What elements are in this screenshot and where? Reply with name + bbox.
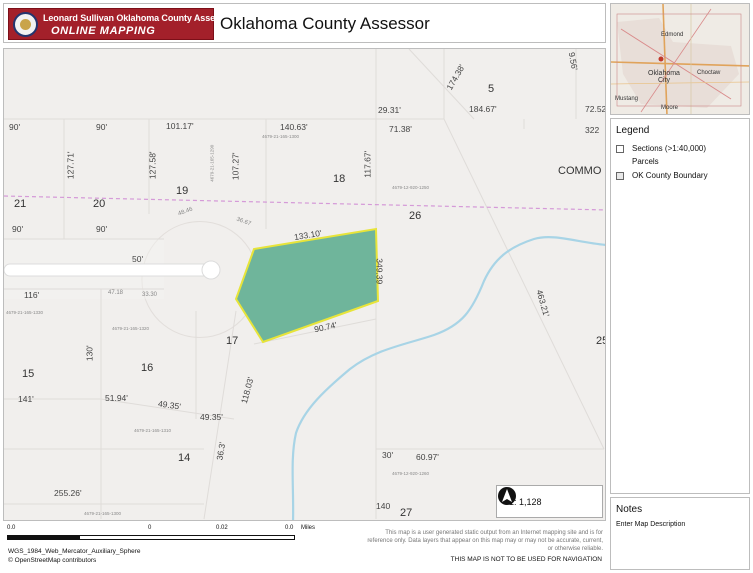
scale-units: Miles [301, 525, 316, 531]
dimension-label: 29.31' [378, 105, 401, 115]
attribution: © OpenStreetMap contributors [8, 557, 97, 564]
header-bar: Leonard Sullivan Oklahoma County Assesso… [3, 3, 606, 43]
parcel-id-label: 4679-12-920-1260 [392, 471, 430, 476]
dimension-label: 90' [96, 122, 108, 132]
parcel-id-label: 4679-21-165-1330 [6, 310, 44, 315]
scale-bar-segment [80, 536, 152, 539]
navigation-warning: THIS MAP IS NOT TO BE USED FOR NAVIGATIO… [450, 556, 602, 563]
dimension-label: 116' [24, 290, 40, 300]
dimension-label: 30' [382, 450, 394, 460]
lot-number: 25 [596, 335, 605, 347]
street-label: COMMO [558, 165, 602, 177]
scale-tick: 0.0 [285, 525, 294, 531]
dimension-label: 117.67' [362, 150, 373, 178]
overview-label: Mustang [615, 96, 639, 102]
dimension-label: 255.26' [54, 488, 82, 498]
lot-number: 27 [400, 507, 413, 519]
dimension-label: 9.56' [566, 51, 580, 72]
parcel-id-label: 4679-21-165-1300 [262, 134, 300, 139]
app-title: Oklahoma County Assessor [220, 14, 430, 33]
dimension-label: 349.39 [374, 258, 385, 285]
legend-item-sections[interactable]: Sections (>1:40,000) [616, 144, 706, 153]
north-arrow-icon [498, 487, 516, 505]
dimension-label: 140 [376, 501, 391, 511]
dimension-label: 101.17' [166, 121, 194, 131]
scale-bar-segment [152, 536, 294, 539]
dimension-label: 127.71' [65, 151, 76, 180]
dimension-label: 141' [18, 394, 34, 404]
legend-swatch [616, 171, 624, 180]
map-view[interactable]: 5 19 18 21 20 26 17 15 16 14 27 25 COMMO… [3, 48, 606, 521]
legend-label: Parcels [632, 157, 659, 166]
assessor-logo[interactable]: Leonard Sullivan Oklahoma County Assesso… [8, 8, 234, 40]
legend-label: Sections (>1:40,000) [632, 144, 707, 153]
dimension-label: 60.97' [416, 452, 439, 462]
parcel-id-label: 4679-21-165-1320 [112, 326, 150, 331]
legend-item-parcels[interactable]: Parcels [616, 157, 659, 166]
logo-title: Leonard Sullivan Oklahoma County Assesso… [43, 13, 234, 23]
scale-tick: 0.02 [216, 525, 228, 531]
lot-number: 19 [176, 185, 189, 197]
scale-tick: 0.0 [7, 525, 16, 531]
legend-swatch [616, 144, 624, 153]
overview-label: Choctaw [697, 70, 721, 76]
parcel-id-label: 4679-21-165-1300 [84, 511, 122, 516]
overview-label: Oklahoma City [648, 70, 680, 84]
legend-swatch [616, 157, 624, 166]
dimension-label: 90' [9, 122, 21, 132]
legend-label: OK County Boundary [632, 171, 708, 180]
overview-label: Edmond [661, 32, 684, 38]
overview-map[interactable]: Edmond Choctaw Oklahoma City Mustang Moo… [610, 3, 750, 115]
scale-tick: 0 [148, 525, 152, 531]
parcel-id-label: 4679-12-920-1250 [392, 185, 430, 190]
legend-item-county-boundary[interactable]: OK County Boundary [616, 171, 708, 180]
lot-number: 17 [226, 335, 239, 347]
lot-number: 18 [333, 173, 346, 185]
dimension-label: 127.58' [147, 151, 158, 180]
parcel-id-label: 4679-21-165-1310 [134, 428, 172, 433]
dimension-label: 130' [84, 345, 95, 362]
dimension-label: 72.52 [585, 104, 606, 114]
county-seal-icon [13, 12, 38, 37]
dimension-label: 51.94' [105, 393, 128, 403]
scale-bar [7, 535, 295, 540]
dimension-label: 322 [585, 125, 600, 135]
lot-number: 14 [178, 452, 191, 464]
dimension-label: 107.27' [230, 152, 241, 181]
lot-number: 21 [14, 198, 27, 210]
legend-title: Legend [616, 125, 650, 136]
map-canvas [4, 49, 605, 520]
logo-subtitle: ONLINE MAPPING [51, 25, 156, 37]
dimension-label: 50' [132, 254, 144, 264]
dimension-label: 49.35' [200, 412, 223, 422]
dimension-label: 140.63' [280, 122, 308, 132]
dimension-label: 71.38' [389, 124, 412, 134]
lot-number: 26 [409, 210, 422, 222]
dimension-label: 47.18 [108, 290, 124, 296]
scale-bar-segment [8, 536, 80, 539]
notes-body: Enter Map Description [616, 521, 686, 528]
lot-number: 16 [141, 362, 154, 374]
notes-title: Notes [616, 504, 643, 515]
dimension-label: 184.67' [469, 104, 497, 114]
lot-number: 20 [93, 198, 106, 210]
disclaimer: This map is a user generated static outp… [367, 530, 603, 553]
notes-panel: Notes Enter Map Description [610, 497, 750, 570]
parcel-id-label: 4679-21-165-1290 [209, 144, 215, 182]
overview-label: Moore [661, 105, 679, 111]
lot-number: 5 [488, 83, 495, 95]
dimension-label: 90' [96, 224, 108, 234]
lot-number: 15 [22, 368, 35, 380]
footer: 0.0 0 0.02 0.0 Miles WGS_1984_Web_Mercat… [3, 523, 606, 571]
dimension-label: 90' [12, 224, 24, 234]
legend-panel: Legend Sections (>1:40,000) Parcels OK C… [610, 118, 750, 494]
dimension-label: 33.30 [142, 292, 158, 298]
scale-ratio-box: 1: 1,128 [496, 485, 603, 518]
coordinate-system: WGS_1984_Web_Mercator_Auxiliary_Sphere [8, 548, 141, 555]
